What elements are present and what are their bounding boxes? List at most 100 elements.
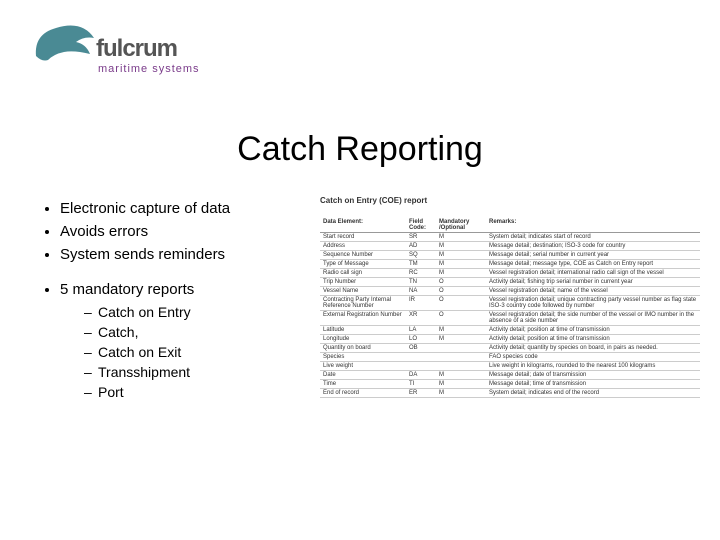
th-mand: Mandatory /Optional [436,218,486,233]
dolphin-icon: fulcrum maritime systems [24,16,214,86]
cell-field [406,353,436,362]
sub-bullet: Catch on Exit [84,344,300,360]
cell-element: Vessel Name [320,287,406,296]
table-row: External Registration NumberXROVessel re… [320,311,700,326]
cell-remarks: FAO species code [486,353,700,362]
th-element: Data Element: [320,218,406,233]
table-row: LatitudeLAMActivity detail; position at … [320,326,700,335]
bullet-section-label: 5 mandatory reports [60,281,194,298]
cell-element: Live weight [320,362,406,371]
brand-logo: fulcrum maritime systems [24,16,214,91]
cell-element: Type of Message [320,260,406,269]
cell-field: TN [406,278,436,287]
cell-field: OB [406,344,436,353]
cell-remarks: Activity detail; quantity by species on … [486,344,700,353]
cell-field: LO [406,335,436,344]
cell-field: LA [406,326,436,335]
cell-mandatory: O [436,311,486,326]
cell-element: Date [320,371,406,380]
cell-field: DA [406,371,436,380]
cell-mandatory [436,344,486,353]
cell-mandatory: M [436,389,486,398]
cell-remarks: System detail; indicates end of the reco… [486,389,700,398]
table-row: LongitudeLOMActivity detail; position at… [320,335,700,344]
bullet-list: Electronic capture of data Avoids errors… [40,200,300,406]
cell-element: End of record [320,389,406,398]
cell-field: TI [406,380,436,389]
cell-mandatory [436,362,486,371]
cell-remarks: Message detail; destination; ISO-3 code … [486,242,700,251]
cell-mandatory: M [436,269,486,278]
cell-mandatory: O [436,287,486,296]
cell-remarks: Vessel registration detail; internationa… [486,269,700,278]
cell-mandatory: M [436,326,486,335]
cell-remarks: System detail; indicates start of record [486,233,700,242]
th-field: Field Code: [406,218,436,233]
cell-element: Quantity on board [320,344,406,353]
table-row: AddressADMMessage detail; destination; I… [320,242,700,251]
cell-remarks: Vessel registration detail; the side num… [486,311,700,326]
cell-mandatory: M [436,335,486,344]
cell-field: IR [406,296,436,311]
table-row: Sequence NumberSQMMessage detail; serial… [320,251,700,260]
cell-element: Species [320,353,406,362]
table-row: Type of MessageTMMMessage detail; messag… [320,260,700,269]
cell-mandatory: M [436,371,486,380]
cell-element: Time [320,380,406,389]
cell-element: Latitude [320,326,406,335]
cell-mandatory: O [436,278,486,287]
cell-mandatory: M [436,380,486,389]
cell-remarks: Activity detail; position at time of tra… [486,335,700,344]
table-row: Species FAO species code [320,353,700,362]
cell-mandatory: M [436,251,486,260]
brand-tagline: maritime systems [98,63,200,75]
cell-remarks: Vessel registration detail; unique contr… [486,296,700,311]
table-row: End of recordERMSystem detail; indicates… [320,389,700,398]
slide: fulcrum maritime systems Catch Reporting… [0,0,720,540]
cell-field: TM [406,260,436,269]
cell-field: RC [406,269,436,278]
cell-remarks: Activity detail; fishing trip serial num… [486,278,700,287]
cell-remarks: Message detail; date of transmission [486,371,700,380]
cell-mandatory: M [436,242,486,251]
cell-field: SR [406,233,436,242]
cell-element: External Registration Number [320,311,406,326]
cell-remarks: Vessel registration detail; name of the … [486,287,700,296]
cell-element: Trip Number [320,278,406,287]
table-row: Vessel NameNAOVessel registration detail… [320,287,700,296]
cell-mandatory [436,353,486,362]
table-title: Catch on Entry (COE) report [320,196,427,205]
table-row: Start recordSRMSystem detail; indicates … [320,233,700,242]
bullet-item: Electronic capture of data [60,200,300,217]
cell-mandatory: O [436,296,486,311]
cell-remarks: Live weight in kilograms, rounded to the… [486,362,700,371]
cell-field: XR [406,311,436,326]
page-title: Catch Reporting [0,130,720,169]
cell-mandatory: M [436,260,486,269]
report-table: Data Element: Field Code: Mandatory /Opt… [320,218,700,398]
cell-element: Longitude [320,335,406,344]
table-row: Contracting Party Internal Reference Num… [320,296,700,311]
table-row: DateDAMMessage detail; date of transmiss… [320,371,700,380]
table-header-row: Data Element: Field Code: Mandatory /Opt… [320,218,700,233]
cell-field: ER [406,389,436,398]
cell-element: Start record [320,233,406,242]
cell-element: Sequence Number [320,251,406,260]
cell-field: SQ [406,251,436,260]
cell-remarks: Message detail; message type, COE as Cat… [486,260,700,269]
sub-bullet: Transshipment [84,364,300,380]
table-row: Quantity on boardOB Activity detail; quan… [320,344,700,353]
cell-field [406,362,436,371]
sub-bullet: Port [84,384,300,400]
sub-bullet: Catch on Entry [84,304,300,320]
bullet-item: System sends reminders [60,246,300,263]
table-row: Trip NumberTNOActivity detail; fishing t… [320,278,700,287]
bullet-section: 5 mandatory reports Catch on Entry Catch… [60,281,300,400]
cell-element: Radio call sign [320,269,406,278]
sub-bullet: Catch, [84,324,300,340]
cell-field: NA [406,287,436,296]
table-row: Live weight Live weight in kilograms, rou… [320,362,700,371]
cell-field: AD [406,242,436,251]
cell-remarks: Activity detail; position at time of tra… [486,326,700,335]
cell-remarks: Message detail; time of transmission [486,380,700,389]
